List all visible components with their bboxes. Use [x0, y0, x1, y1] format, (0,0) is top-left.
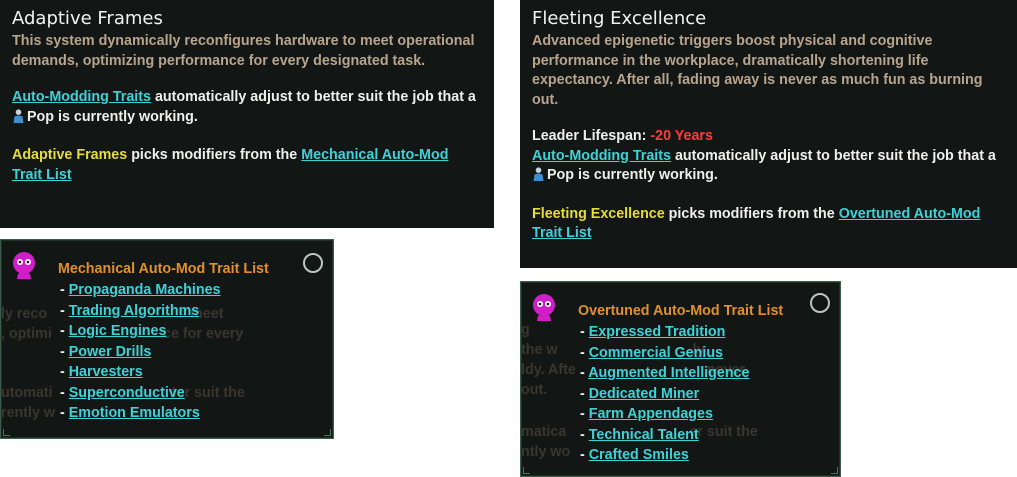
trait-list-item: - Propaganda Machines — [60, 280, 220, 301]
list-title: Overtuned Auto-Mod Trait List — [578, 303, 784, 319]
list-dash: - — [580, 447, 589, 463]
auto-modding-paragraph: Auto-Modding Traits automatically adjust… — [12, 88, 482, 127]
pop-icon — [533, 167, 544, 181]
ghost-text: ntly wo — [521, 444, 571, 460]
list-dash: - — [60, 343, 69, 360]
ghost-text: g — [521, 322, 530, 338]
trait-link[interactable]: Propaganda Machines — [69, 282, 221, 298]
list-dash: - — [60, 384, 69, 401]
list-dash: - — [580, 344, 589, 361]
list-dash: - — [60, 323, 69, 339]
trait-link[interactable]: Technical Talent — [589, 427, 699, 443]
trait-name: Adaptive Frames — [12, 147, 128, 163]
magenta-trait-icon — [13, 252, 35, 279]
trait-list-item: - Dedicated Miner — [580, 384, 749, 405]
trait-link[interactable]: Trading Algorithms — [69, 303, 200, 319]
loading-ring-icon — [303, 253, 323, 273]
list-dash: - — [580, 365, 589, 381]
tooltip-title: Adaptive Frames — [12, 8, 163, 29]
trait-link[interactable]: Commercial Genius — [589, 345, 723, 361]
overtuned-trait-list-popup: g the w ly ldy. Afte never out. matica e… — [520, 281, 841, 477]
list-dash: - — [60, 405, 69, 421]
trait-list-item: - Expressed Tradition — [580, 322, 749, 343]
trait-link[interactable]: Farm Appendages — [589, 406, 713, 422]
trait-list-item: - Farm Appendages — [580, 404, 749, 425]
trait-link[interactable]: Harvesters — [69, 364, 143, 380]
trait-link[interactable]: Expressed Tradition — [589, 324, 726, 340]
mechanical-trait-list-popup: ly reco s meet , optimi ce for every uto… — [0, 239, 334, 439]
auto-modding-traits-link[interactable]: Auto-Modding Traits — [532, 148, 671, 164]
trait-link[interactable]: Superconductive — [69, 385, 185, 401]
list-title: Mechanical Auto-Mod Trait List — [58, 261, 269, 277]
trait-list-item: - Trading Algorithms — [60, 301, 220, 322]
picks-modifiers-paragraph: Fleeting Excellence picks modifiers from… — [532, 205, 1005, 244]
lifespan-label: Leader Lifespan: — [532, 128, 651, 144]
picks-modifiers-paragraph: Adaptive Frames picks modifiers from the… — [12, 146, 482, 185]
tooltip-description: Advanced epigenetic triggers boost physi… — [532, 33, 983, 108]
auto-modding-text: automatically adjust to better suit the … — [670, 147, 996, 164]
trait-name: Fleeting Excellence — [532, 205, 665, 222]
picks-text: picks modifiers from the — [664, 205, 839, 222]
pop-working-text: Pop is currently working. — [27, 108, 198, 125]
trait-list-item: - Logic Engines — [60, 321, 220, 342]
auto-modding-text: automatically adjust to better suit the … — [150, 89, 476, 105]
auto-modding-paragraph: Auto-Modding Traits automatically adjust… — [532, 147, 1005, 186]
trait-link[interactable]: Logic Engines — [69, 323, 167, 339]
pop-icon — [13, 108, 24, 123]
loading-ring-icon — [810, 293, 830, 313]
trait-list-item: - Commercial Genius — [580, 343, 749, 364]
ghost-text: out. — [521, 382, 548, 398]
trait-list-item: - Crafted Smiles — [580, 445, 749, 466]
trait-list-item: - Harvesters — [60, 362, 220, 383]
list-dash: - — [580, 406, 589, 422]
trait-list-item: - Superconductive — [60, 383, 220, 404]
tooltip-title: Fleeting Excellence — [532, 8, 707, 29]
list-dash: - — [60, 364, 69, 380]
magenta-trait-icon — [533, 294, 555, 321]
trait-link[interactable]: Crafted Smiles — [589, 447, 689, 463]
pop-working-text: Pop is currently working. — [547, 167, 718, 183]
list-dash: - — [60, 302, 69, 319]
list-dash: - — [60, 282, 69, 298]
picks-text: picks modifiers from the — [127, 147, 302, 163]
lifespan-value: -20 Years — [650, 128, 713, 144]
trait-list: - Expressed Tradition - Commercial Genius… — [580, 322, 749, 466]
tooltip-description: This system dynamically reconfigures har… — [12, 33, 475, 69]
trait-list-item: - Technical Talent — [580, 425, 749, 446]
trait-list-item: - Emotion Emulators — [60, 403, 220, 424]
fleeting-excellence-tooltip: Fleeting Excellence Advanced epigenetic … — [520, 0, 1017, 268]
list-dash: - — [580, 426, 589, 443]
leader-lifespan-line: Leader Lifespan: -20 Years — [532, 127, 1005, 147]
trait-link[interactable]: Dedicated Miner — [589, 386, 699, 402]
list-dash: - — [580, 324, 589, 340]
ghost-text: rently w — [1, 405, 56, 421]
corner-decoration — [324, 429, 331, 436]
corner-decoration — [523, 467, 530, 474]
adaptive-frames-tooltip: Adaptive Frames This system dynamically … — [0, 0, 494, 228]
trait-link[interactable]: Emotion Emulators — [69, 405, 200, 421]
trait-list-item: - Power Drills — [60, 342, 220, 363]
trait-link[interactable]: Power Drills — [69, 344, 152, 360]
corner-decoration — [3, 429, 10, 436]
corner-decoration — [831, 467, 838, 474]
list-dash: - — [580, 385, 589, 402]
auto-modding-traits-link[interactable]: Auto-Modding Traits — [12, 89, 151, 105]
trait-list-item: - Augmented Intelligence — [580, 363, 749, 384]
trait-list: - Propaganda Machines - Trading Algorithm… — [60, 280, 220, 424]
trait-link[interactable]: Augmented Intelligence — [588, 365, 749, 381]
